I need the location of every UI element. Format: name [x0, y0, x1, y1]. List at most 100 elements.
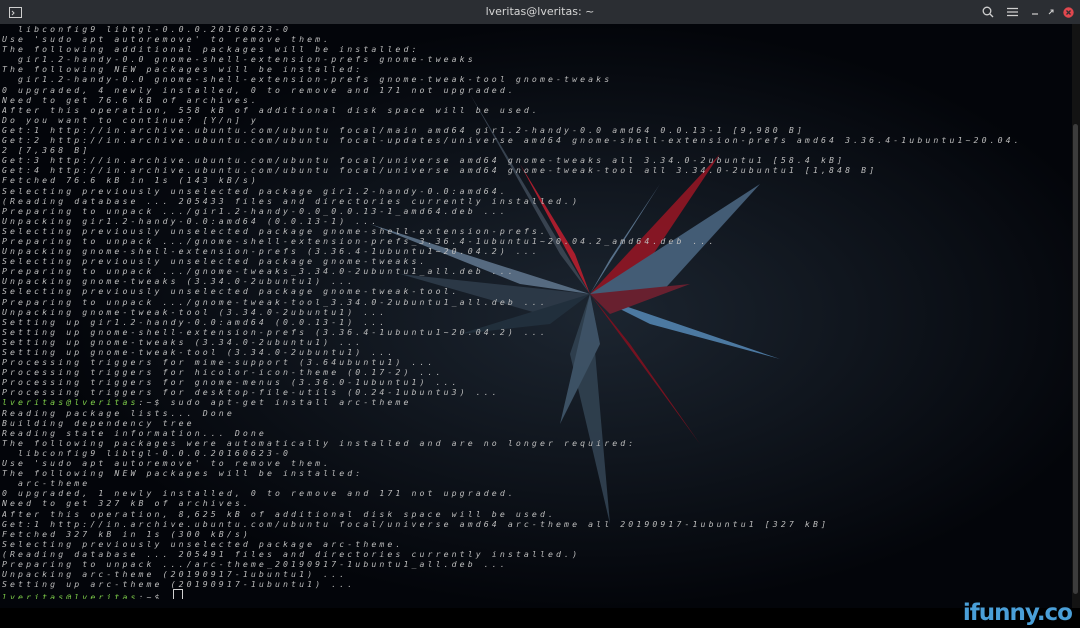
- terminal-line: Selecting previously unselected package …: [2, 186, 1072, 196]
- line-text: After this operation, 8,625 kB of additi…: [2, 508, 557, 519]
- line-text: Setting up gnome-shell-extension-prefs (…: [2, 326, 548, 337]
- terminal-line: The following packages were automaticall…: [2, 438, 1072, 448]
- terminal-line: Fetched 327 kB in 1s (300 kB/s): [2, 529, 1072, 539]
- line-text: Use 'sudo apt autoremove' to remove them…: [2, 34, 332, 45]
- terminal-line: Preparing to unpack .../gir1.2-handy-0.0…: [2, 206, 1072, 216]
- terminal-line: 0 upgraded, 4 newly installed, 0 to remo…: [2, 85, 1072, 95]
- title-bar: lveritas@lveritas: ~: [0, 0, 1080, 24]
- terminal-line: Setting up gnome-tweaks (3.34.0-2ubuntu1…: [2, 337, 1072, 347]
- terminal-line: Unpacking gir1.2-handy-0.0:amd64 (0.0.13…: [2, 216, 1072, 226]
- watermark: ifunny.co: [962, 600, 1073, 626]
- line-text: 2 [7,368 B]: [2, 145, 91, 156]
- menu-icon[interactable]: [1005, 4, 1019, 20]
- line-text: Fetched 76.6 kB in 1s (143 kB/s): [2, 175, 259, 186]
- terminal-line: Processing triggers for mime-support (3.…: [2, 357, 1072, 367]
- terminal-line: Building dependency tree: [2, 418, 1072, 428]
- terminal-line: Need to get 327 kB of archives.: [2, 498, 1072, 508]
- line-text: Selecting previously unselected package …: [2, 185, 508, 196]
- terminal-line: Use 'sudo apt autoremove' to remove them…: [2, 458, 1072, 468]
- terminal-line: The following NEW packages will be insta…: [2, 64, 1072, 74]
- line-text: Unpacking gnome-tweak-tool (3.34.0-2ubun…: [2, 306, 388, 317]
- line-text: Processing triggers for mime-support (3.…: [2, 357, 436, 368]
- line-text: Reading state information... Done: [2, 427, 267, 438]
- bottom-strip: [0, 608, 1080, 628]
- line-text: Processing triggers for gnome-menus (3.3…: [2, 377, 460, 388]
- terminal-window[interactable]: libconfig9 libtgl-0.0.0.20160623-0 Use 's…: [0, 24, 1080, 608]
- window-title: lveritas@lveritas: ~: [485, 5, 595, 18]
- line-text: Fetched 327 kB in 1s (300 kB/s): [2, 528, 251, 539]
- terminal-line: 2 [7,368 B]: [2, 145, 1072, 155]
- line-text: Preparing to unpack .../gnome-shell-exte…: [2, 235, 717, 246]
- terminal-line: Reading state information... Done: [2, 428, 1072, 438]
- terminal-line: 0 upgraded, 1 newly installed, 0 to remo…: [2, 488, 1072, 498]
- terminal-line: Processing triggers for desktop-file-uti…: [2, 387, 1072, 397]
- line-text: Preparing to unpack .../gnome-tweaks_3.3…: [2, 266, 516, 277]
- line-text: The following additional packages will b…: [2, 44, 420, 55]
- line-text: Unpacking gnome-shell-extension-prefs (3…: [2, 246, 540, 257]
- terminal-line: arc-theme: [2, 478, 1072, 488]
- minimize-icon[interactable]: [1030, 4, 1040, 20]
- terminal-line: Preparing to unpack .../gnome-tweaks_3.3…: [2, 266, 1072, 276]
- terminal-prompt-line: lveritas@lveritas:~$: [2, 589, 1072, 600]
- text-cursor[interactable]: [172, 589, 183, 600]
- terminal-line: Unpacking gnome-tweak-tool (3.34.0-2ubun…: [2, 307, 1072, 317]
- search-icon[interactable]: [981, 4, 995, 20]
- terminal-line: Setting up arc-theme (20190917-1ubuntu1)…: [2, 579, 1072, 589]
- terminal-line: Processing triggers for hicolor-icon-the…: [2, 367, 1072, 377]
- terminal-line: Preparing to unpack .../gnome-shell-exte…: [2, 236, 1072, 246]
- line-text: arc-theme: [2, 478, 91, 489]
- terminal-line: Get:1 http://in.archive.ubuntu.com/ubunt…: [2, 125, 1072, 135]
- terminal-line: Unpacking arc-theme (20190917-1ubuntu1) …: [2, 569, 1072, 579]
- terminal-line: Get:1 http://in.archive.ubuntu.com/ubunt…: [2, 519, 1072, 529]
- line-text: Selecting previously unselected package …: [2, 538, 404, 549]
- prompt-user-host: lveritas@lveritas: [2, 592, 139, 600]
- line-text: Get:4 http://in.archive.ubuntu.com/ubunt…: [2, 165, 878, 176]
- line-text: Building dependency tree: [2, 417, 195, 428]
- terminal-line: gir1.2-handy-0.0 gnome-shell-extension-p…: [2, 74, 1072, 84]
- line-text: Preparing to unpack .../arc-theme_201909…: [2, 558, 508, 569]
- terminal-line: Selecting previously unselected package …: [2, 286, 1072, 296]
- line-text: Setting up gir1.2-handy-0.0:amd64 (0.0.1…: [2, 316, 388, 327]
- line-text: 0 upgraded, 1 newly installed, 0 to remo…: [2, 488, 516, 499]
- line-text: Reading package lists... Done: [2, 407, 235, 418]
- terminal-line: Processing triggers for gnome-menus (3.3…: [2, 377, 1072, 387]
- line-text: Selecting previously unselected package …: [2, 225, 548, 236]
- close-icon[interactable]: [1062, 4, 1074, 20]
- line-text: Processing triggers for hicolor-icon-the…: [2, 367, 444, 378]
- line-text: gir1.2-handy-0.0 gnome-shell-extension-p…: [2, 54, 476, 65]
- maximize-icon[interactable]: [1046, 4, 1056, 20]
- line-text: libconfig9 libtgl-0.0.0.20160623-0: [2, 24, 292, 34]
- line-text: Processing triggers for desktop-file-uti…: [2, 387, 500, 398]
- scrollbar-thumb[interactable]: [1073, 124, 1078, 594]
- terminal-line: gir1.2-handy-0.0 gnome-shell-extension-p…: [2, 54, 1072, 64]
- line-text: Setting up gnome-tweak-tool (3.34.0-2ubu…: [2, 347, 396, 357]
- line-text: Use 'sudo apt autoremove' to remove them…: [2, 458, 332, 469]
- line-text: The following NEW packages will be insta…: [2, 468, 364, 479]
- terminal-line: Reading package lists... Done: [2, 408, 1072, 418]
- terminal-line: Preparing to unpack .../arc-theme_201909…: [2, 559, 1072, 569]
- terminal-line: libconfig9 libtgl-0.0.0.20160623-0: [2, 24, 1072, 34]
- line-text: Preparing to unpack .../gir1.2-handy-0.0…: [2, 205, 508, 216]
- terminal-output: libconfig9 libtgl-0.0.0.20160623-0 Use 's…: [2, 24, 1072, 600]
- scrollbar[interactable]: [1072, 24, 1080, 608]
- line-text: Unpacking gir1.2-handy-0.0:amd64 (0.0.13…: [2, 215, 380, 226]
- line-text: :~$: [138, 592, 171, 600]
- line-text: Get:3 http://in.archive.ubuntu.com/ubunt…: [2, 155, 846, 166]
- line-text: :~$ sudo apt-get install arc-theme: [138, 397, 412, 408]
- line-text: Get:1 http://in.archive.ubuntu.com/ubunt…: [2, 518, 830, 529]
- terminal-line: Setting up gir1.2-handy-0.0:amd64 (0.0.1…: [2, 317, 1072, 327]
- prompt-user-host: lveritas@lveritas: [2, 397, 139, 408]
- terminal-line: After this operation, 8,625 kB of additi…: [2, 509, 1072, 519]
- line-text: The following packages were automaticall…: [2, 437, 637, 448]
- terminal-line: Setting up gnome-shell-extension-prefs (…: [2, 327, 1072, 337]
- line-text: (Reading database ... 205491 files and d…: [2, 548, 581, 559]
- line-text: (Reading database ... 205433 files and d…: [2, 195, 581, 206]
- terminal-line: After this operation, 558 kB of addition…: [2, 105, 1072, 115]
- terminal-line: Get:2 http://in.archive.ubuntu.com/ubunt…: [2, 135, 1072, 145]
- terminal-line: Need to get 76.6 kB of archives.: [2, 95, 1072, 105]
- terminal-line: Unpacking gnome-shell-extension-prefs (3…: [2, 246, 1072, 256]
- line-text: 0 upgraded, 4 newly installed, 0 to remo…: [2, 84, 516, 95]
- line-text: Need to get 327 kB of archives.: [2, 498, 251, 509]
- terminal-line: Do you want to continue? [Y/n] y: [2, 115, 1072, 125]
- terminal-line: Use 'sudo apt autoremove' to remove them…: [2, 34, 1072, 44]
